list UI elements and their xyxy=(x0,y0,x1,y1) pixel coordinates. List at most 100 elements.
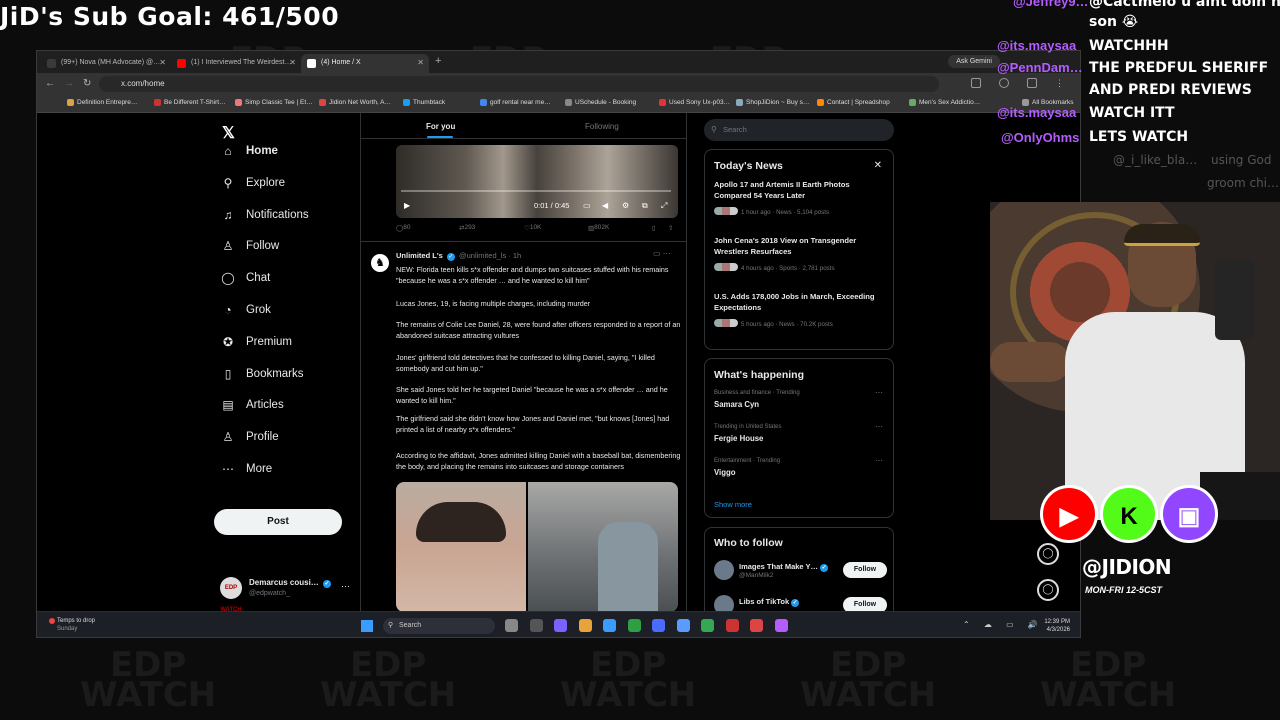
fullscreen-icon[interactable]: ⤢ xyxy=(661,201,667,211)
tab-for-you[interactable]: For you xyxy=(426,122,455,131)
copilot-icon[interactable] xyxy=(554,619,567,632)
trend-name[interactable]: Viggo xyxy=(714,468,736,477)
nav-item-premium[interactable]: ✪ Premium xyxy=(221,332,292,352)
discord-icon[interactable] xyxy=(774,619,788,632)
tweet[interactable]: ♞ Unlimited L's ✓ @unlimited_ls · 1h ▭ ⋯… xyxy=(361,241,686,471)
news-headline[interactable]: U.S. Adds 178,000 Jobs in March, Exceedi… xyxy=(714,292,884,313)
suggested-account-name[interactable]: Libs of TikTok ✓ xyxy=(739,597,801,607)
bookmark-item[interactable]: Contact | Spreadshop xyxy=(817,99,890,106)
tweet-media[interactable] xyxy=(396,482,678,611)
nav-item-articles[interactable]: ▤ Articles xyxy=(221,395,283,415)
weather-widget[interactable]: Temps to drop Sunday xyxy=(49,617,95,633)
browser-tab-3[interactable]: (4) Home / X ✕ xyxy=(301,54,429,73)
windows-start-icon[interactable] xyxy=(361,620,373,632)
nav-item-notifications[interactable]: ♫ Notifications xyxy=(221,205,309,225)
nav-item-chat[interactable]: ◯ Chat xyxy=(221,268,270,288)
more-options-icon[interactable]: ⋯ xyxy=(875,456,883,465)
nav-item-more[interactable]: ⋯ More xyxy=(221,459,272,479)
browser-tab-1[interactable]: (99+) Nova (MH Advocate) @… ✕ xyxy=(41,54,171,73)
forward-icon[interactable]: → xyxy=(64,78,74,89)
grok-icon[interactable]: ▭ ⋯ xyxy=(653,249,671,258)
video-player[interactable]: ▶ 0:01 / 0:45 ▭ ◀ ⚙ ⧉ ⤢ xyxy=(396,145,678,218)
app-icon[interactable] xyxy=(725,619,739,632)
app-icon[interactable] xyxy=(652,619,665,632)
bookmark-item[interactable]: Definition Entrepre… xyxy=(67,99,137,106)
views-button[interactable]: ▥ 802K xyxy=(588,224,609,232)
bookmark-item[interactable]: Simp Classic Tee | Et… xyxy=(235,99,313,106)
show-more-link[interactable]: Show more xyxy=(714,500,752,509)
captions-icon[interactable]: ▭ xyxy=(583,201,591,210)
bookmark-item[interactable]: Thumbtack xyxy=(403,99,445,106)
bookmark-item[interactable]: Be Different T-Shirt… xyxy=(154,99,226,106)
side-chat-bubble-icon[interactable]: ◯ xyxy=(1037,579,1059,601)
tab-following[interactable]: Following xyxy=(585,122,619,131)
clock[interactable]: 12:39 PM 4/3/2026 xyxy=(1044,618,1070,634)
pip-icon[interactable]: ⧉ xyxy=(642,201,648,211)
file-explorer-icon[interactable] xyxy=(578,619,592,632)
close-tab-icon[interactable]: ✕ xyxy=(159,58,166,67)
settings-icon[interactable]: ⚙ xyxy=(622,201,629,210)
tweet-time[interactable]: · 1h xyxy=(508,251,521,260)
like-button[interactable]: ♡ 10K xyxy=(524,224,541,232)
suggested-account-name[interactable]: Images That Make Y… ✓ xyxy=(739,562,830,572)
reload-icon[interactable]: ↻ xyxy=(83,78,91,89)
bookmark-item[interactable]: Jidion Net Worth, A… xyxy=(319,99,391,106)
reply-button[interactable]: ◯ 80 xyxy=(396,224,411,232)
search-highlight-icon[interactable] xyxy=(505,619,518,632)
taskbar-search[interactable]: ⚲ Search xyxy=(383,618,495,634)
store-icon[interactable] xyxy=(676,619,690,632)
nav-item-profile[interactable]: ♙ Profile xyxy=(221,427,279,447)
nav-item-home[interactable]: ⌂ Home xyxy=(221,141,278,161)
bookmark-item[interactable]: golf rental near me… xyxy=(480,99,551,106)
repost-button[interactable]: ⇄ 293 xyxy=(459,224,475,232)
follow-button[interactable]: Follow xyxy=(843,562,887,578)
avatar[interactable] xyxy=(714,560,734,580)
post-button[interactable]: Post xyxy=(214,509,342,535)
task-view-icon[interactable] xyxy=(529,619,543,632)
close-tab-icon[interactable]: ✕ xyxy=(289,58,296,67)
side-chat-icon[interactable]: ◯ xyxy=(1037,543,1059,565)
volume-icon[interactable]: ◀ xyxy=(602,201,608,210)
avatar[interactable] xyxy=(714,595,734,611)
new-tab-icon[interactable]: + xyxy=(435,55,441,67)
more-options-icon[interactable]: ⋯ xyxy=(341,581,350,592)
bookmark-icon[interactable]: ▯ xyxy=(652,224,656,232)
tweet-author-name[interactable]: Unlimited L's xyxy=(396,251,443,260)
address-bar[interactable]: x.com/home xyxy=(99,76,939,92)
close-tab-icon[interactable]: ✕ xyxy=(417,58,424,67)
news-headline[interactable]: John Cena's 2018 View on Transgender Wre… xyxy=(714,236,884,257)
avatar[interactable]: ♞ xyxy=(371,254,389,272)
more-options-icon[interactable]: ⋯ xyxy=(875,388,883,397)
more-options-icon[interactable]: ⋯ xyxy=(875,422,883,431)
app-icon[interactable] xyxy=(750,619,763,632)
edge-icon[interactable] xyxy=(603,619,616,632)
news-headline[interactable]: Apollo 17 and Artemis II Earth Photos Co… xyxy=(714,180,884,201)
trend-name[interactable]: Samara Cyn xyxy=(714,400,759,409)
bookmark-item[interactable]: Men's Sex Addictio… xyxy=(909,99,980,106)
account-switcher[interactable]: EDP WATCH Demarcus cousi… ✓ @edpwatch_ ⋯ xyxy=(220,575,355,611)
nav-item-bookmarks[interactable]: ▯ Bookmarks xyxy=(221,364,304,384)
tweet-author-handle[interactable]: @unlimited_ls xyxy=(459,251,506,260)
spotify-icon[interactable] xyxy=(627,619,641,632)
extensions-icon[interactable] xyxy=(971,78,981,88)
play-icon[interactable]: ▶ xyxy=(404,201,410,210)
trend-name[interactable]: Fergie House xyxy=(714,434,763,443)
follow-button[interactable]: Follow xyxy=(843,597,887,611)
back-icon[interactable]: ← xyxy=(45,78,55,89)
bookmark-item[interactable]: USchedule - Booking xyxy=(565,99,636,106)
nav-item-follow[interactable]: ♙ Follow xyxy=(221,236,280,256)
video-progress-bar[interactable] xyxy=(401,190,671,192)
bookmark-item[interactable]: Used Sony Ux-p03… xyxy=(659,99,730,106)
share-icon[interactable]: ⇧ xyxy=(668,224,673,232)
search-input[interactable]: ⚲ Search xyxy=(704,119,894,141)
system-tray-icons[interactable]: ⌃ ☁ ▭ 🔊 xyxy=(963,620,1044,629)
close-icon[interactable]: ✕ xyxy=(874,160,882,171)
chrome-icon[interactable] xyxy=(701,619,714,632)
nav-item-grok[interactable]: ◔ Grok xyxy=(221,300,271,320)
browser-tab-2[interactable]: (1) I Interviewed The Weirdest… ✕ xyxy=(171,54,301,73)
bookmark-item[interactable]: ShopJiDion ~ Buy s… xyxy=(736,99,809,106)
grok-icon: ◔ xyxy=(224,303,232,317)
chat-message: THE PREDFUL SHERIFF xyxy=(1089,60,1269,76)
x-logo-icon[interactable]: 𝕏 xyxy=(222,123,235,143)
nav-item-explore[interactable]: ⚲ Explore xyxy=(221,173,285,193)
